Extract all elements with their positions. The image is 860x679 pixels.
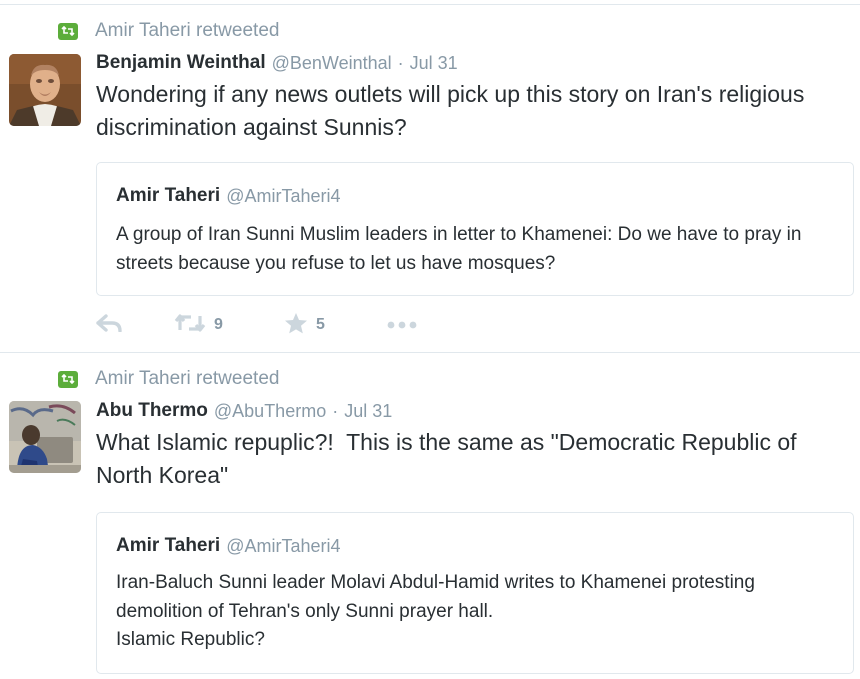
author-name[interactable]: Benjamin Weinthal [96, 52, 266, 74]
quoted-tweet-header: Amir Taheri @AmirTaheri4 [116, 185, 341, 207]
tweet-date[interactable]: Jul 31 [344, 401, 392, 422]
retweet-badge-icon [58, 22, 78, 40]
retweet-badge-icon [58, 370, 78, 388]
reply-icon [96, 313, 122, 337]
author-name[interactable]: Abu Thermo [96, 400, 208, 422]
quoted-author-handle: @AmirTaheri4 [226, 535, 341, 556]
favorite-count: 5 [316, 316, 325, 333]
favorite-button[interactable]: 5 [284, 312, 387, 339]
header-separator: · [397, 52, 404, 73]
avatar[interactable] [9, 401, 81, 473]
retweeted-by-label[interactable]: Amir Taheri retweeted [95, 368, 279, 390]
quoted-tweet[interactable]: Amir Taheri @AmirTaheri4 Iran-Baluch Sun… [96, 512, 854, 674]
retweet-icon [174, 313, 206, 338]
quoted-tweet-text: Iran-Baluch Sunni leader Molavi Abdul-Ha… [116, 572, 755, 622]
quoted-tweet-header: Amir Taheri @AmirTaheri4 [116, 535, 341, 557]
tweet-header: Abu Thermo @AbuThermo · Jul 31 [96, 398, 392, 424]
quoted-tweet[interactable]: Amir Taheri @AmirTaheri4 A group of Iran… [96, 162, 854, 296]
retweet-button[interactable]: 9 [174, 313, 284, 338]
quoted-author-name: Amir Taheri [116, 535, 221, 556]
favorite-star-icon [284, 312, 308, 339]
retweet-count: 9 [214, 316, 223, 333]
retweeted-by-label[interactable]: Amir Taheri retweeted [95, 20, 279, 42]
retweet-context: Amir Taheri retweeted [58, 20, 279, 42]
quoted-tweet-text-line-2: Islamic Republic? [116, 629, 265, 650]
tweet-header: Benjamin Weinthal @BenWeinthal · Jul 31 [96, 50, 458, 76]
tweet-date[interactable]: Jul 31 [410, 53, 458, 74]
quoted-author-name: Amir Taheri [116, 185, 221, 206]
more-button[interactable] [387, 316, 417, 334]
retweet-context: Amir Taheri retweeted [58, 368, 279, 390]
quoted-author-handle: @AmirTaheri4 [226, 185, 341, 206]
author-handle[interactable]: @BenWeinthal [272, 53, 392, 74]
tweet-1[interactable]: Amir Taheri retweeted Benjamin Weinthal … [0, 0, 860, 352]
avatar[interactable] [9, 54, 81, 126]
quoted-tweet-text: A group of Iran Sunni Muslim leaders in … [116, 224, 802, 274]
tweet-text: Wondering if any news outlets will pick … [96, 81, 805, 140]
reply-button[interactable] [96, 313, 174, 337]
header-separator: · [332, 400, 339, 421]
tweet-text: What Islamic repuplic?! This is the same… [96, 429, 803, 488]
author-handle[interactable]: @AbuThermo [214, 401, 326, 422]
tweet-actions: 9 5 [96, 310, 417, 340]
tweet-2[interactable]: Amir Taheri retweeted Abu Thermo @AbuThe… [0, 353, 860, 679]
more-dots-icon [387, 316, 417, 334]
